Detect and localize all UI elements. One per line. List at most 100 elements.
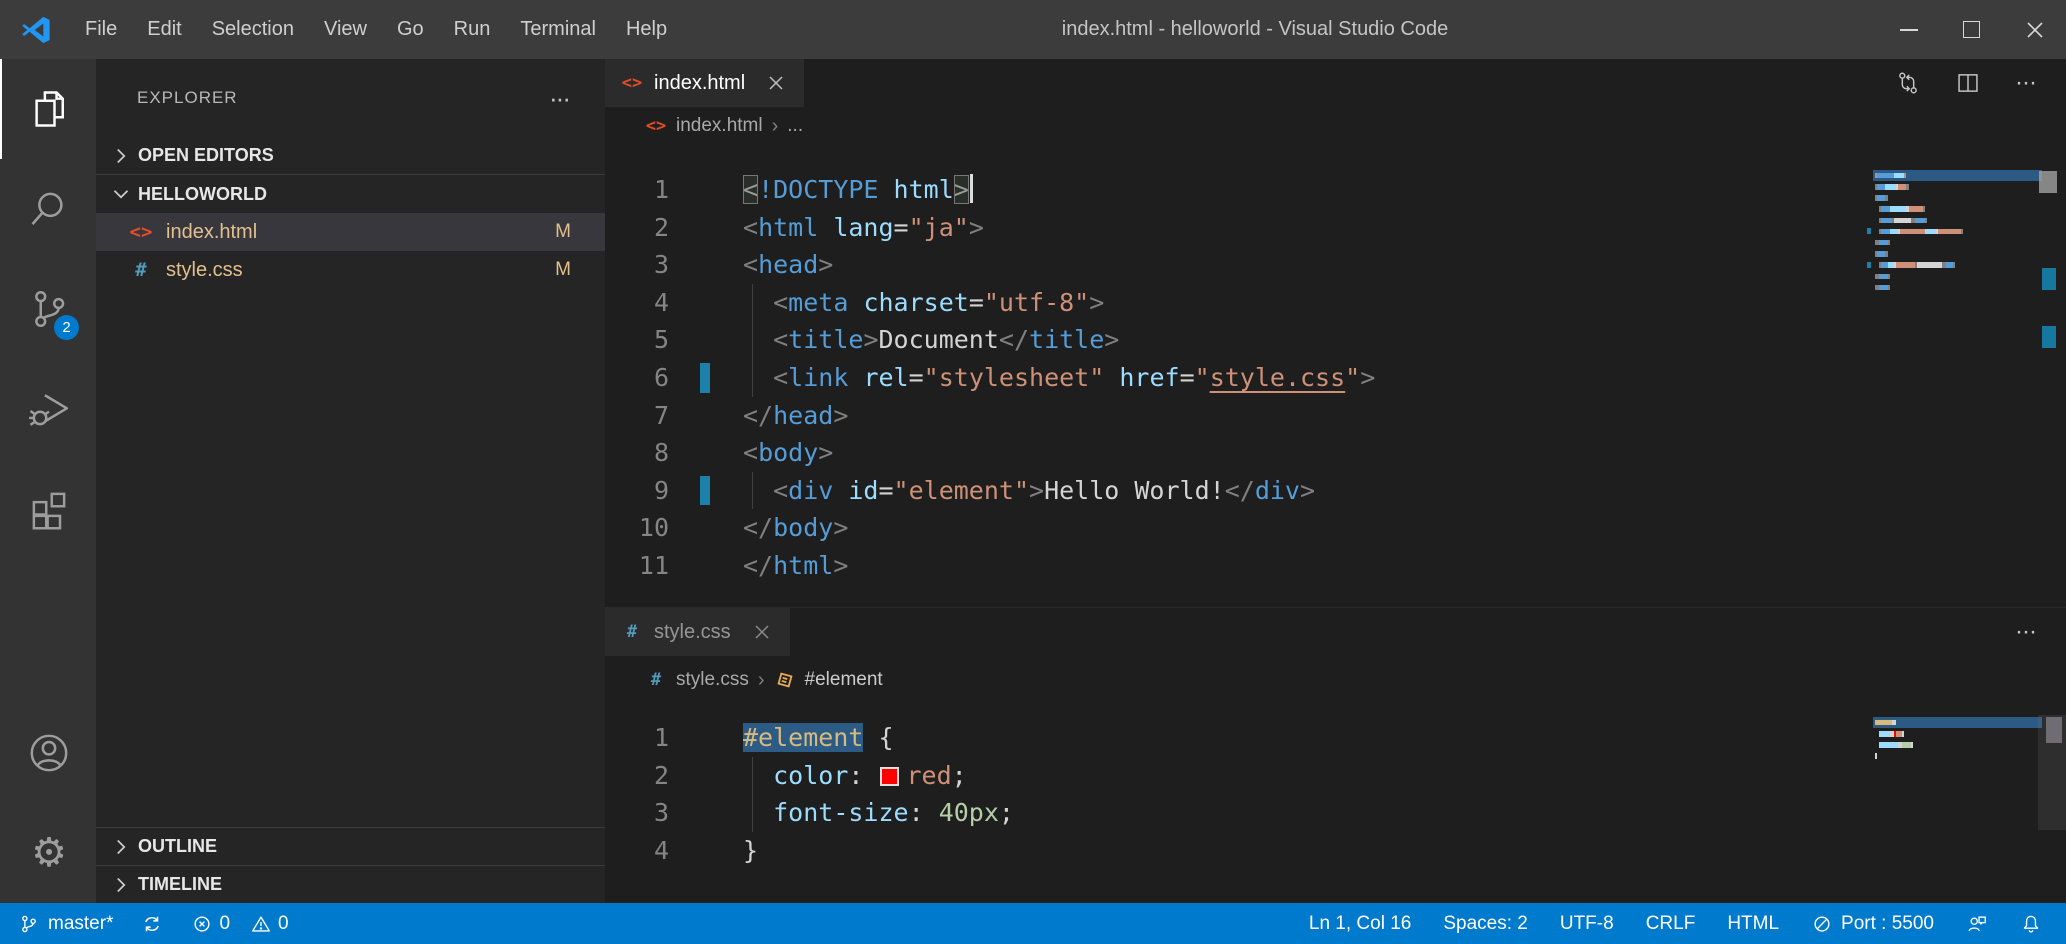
breadcrumb-file[interactable]: style.css <box>676 669 749 691</box>
section-folder-helloworld[interactable]: HELLOWORLD <box>96 175 605 213</box>
cursor-position-item[interactable]: Ln 1, Col 16 <box>1309 913 1411 935</box>
live-server-port-item[interactable]: Port : 5500 <box>1811 913 1934 935</box>
close-icon <box>2025 20 2045 40</box>
status-left: master* 0 0 <box>18 913 289 935</box>
section-open-editors[interactable]: OPEN EDITORS <box>96 137 605 175</box>
code-line[interactable]: 6 <link rel="stylesheet" href="style.css… <box>605 359 2066 397</box>
more-actions-icon[interactable]: ··· <box>2015 69 2036 97</box>
text-cursor <box>970 174 973 203</box>
indentation-item[interactable]: Spaces: 2 <box>1443 913 1528 935</box>
activity-extensions[interactable] <box>0 459 96 559</box>
css-file-icon: # <box>621 622 643 642</box>
activity-explorer[interactable] <box>0 59 96 159</box>
line-number: 11 <box>605 547 669 585</box>
line-number: 7 <box>605 397 669 435</box>
activity-settings[interactable]: ⚙ <box>0 803 96 903</box>
minimap-html[interactable] <box>1875 170 2040 293</box>
activity-source-control[interactable]: 2 <box>0 259 96 359</box>
close-button[interactable] <box>2003 0 2066 59</box>
eol-item[interactable]: CRLF <box>1646 913 1696 935</box>
breadcrumb-file[interactable]: index.html <box>676 115 763 137</box>
code-line[interactable]: 2<html lang="ja"> <box>605 209 2066 247</box>
tab-style-css[interactable]: # style.css <box>605 608 790 656</box>
overview-modified-mark <box>2042 326 2056 348</box>
section-timeline[interactable]: TIMELINE <box>96 865 605 903</box>
activity-account[interactable] <box>0 703 96 803</box>
code-line[interactable]: 3<head> <box>605 246 2066 284</box>
breadcrumb-rest[interactable]: ... <box>787 115 803 137</box>
encoding-item[interactable]: UTF-8 <box>1560 913 1614 935</box>
menu-run[interactable]: Run <box>439 0 506 59</box>
feedback-item[interactable] <box>1966 913 1988 935</box>
code-line[interactable]: 4} <box>605 832 2066 870</box>
scrollbar-thumb[interactable] <box>2046 717 2062 743</box>
file-name: index.html <box>166 221 257 244</box>
color-swatch <box>880 767 899 786</box>
sync-item[interactable] <box>141 913 163 935</box>
open-changes-icon[interactable] <box>1895 70 1921 96</box>
port-label: Port : 5500 <box>1841 913 1934 935</box>
code-line[interactable]: 3 font-size: 40px; <box>605 794 2066 832</box>
minimap-css[interactable] <box>1875 717 2040 762</box>
code-line[interactable]: 9 <div id="element">Hello World!</div> <box>605 472 2066 510</box>
more-actions-icon[interactable]: ··· <box>2015 618 2036 646</box>
sync-icon <box>141 913 163 935</box>
code-line[interactable]: 11</html> <box>605 547 2066 585</box>
menu-file[interactable]: File <box>70 0 132 59</box>
menu-go[interactable]: Go <box>382 0 439 59</box>
code-editor-html[interactable]: 1<!DOCTYPE html>2<html lang="ja">3<head>… <box>605 145 2066 585</box>
status-right: Ln 1, Col 16 Spaces: 2 UTF-8 CRLF HTML P… <box>1309 913 2042 935</box>
warnings-icon <box>250 913 272 935</box>
maximize-button[interactable] <box>1940 0 2003 59</box>
git-branch-item[interactable]: master* <box>18 913 113 935</box>
code-line[interactable]: 10</body> <box>605 509 2066 547</box>
minimize-button[interactable] <box>1877 0 1940 59</box>
tab-close-icon[interactable] <box>752 622 772 642</box>
git-modified-badge: M <box>555 221 571 243</box>
run-debug-icon <box>27 387 71 431</box>
css-rule-symbol-icon <box>774 669 796 691</box>
notifications-item[interactable] <box>2020 913 2042 935</box>
menu-selection[interactable]: Selection <box>197 0 309 59</box>
code-line[interactable]: 4 <meta charset="utf-8"> <box>605 284 2066 322</box>
breadcrumb-symbol[interactable]: #element <box>805 669 883 691</box>
bell-icon <box>2020 913 2042 935</box>
activity-search[interactable] <box>0 159 96 259</box>
tab-close-icon[interactable] <box>766 73 786 93</box>
split-editor-icon[interactable] <box>1955 70 1981 96</box>
tab-label: style.css <box>654 621 731 644</box>
activity-run-debug[interactable] <box>0 359 96 459</box>
line-number: 3 <box>605 794 669 832</box>
code-line[interactable]: 7</head> <box>605 397 2066 435</box>
breadcrumb-separator-icon: › <box>772 115 779 138</box>
code-line[interactable]: 1<!DOCTYPE html> <box>605 171 2066 209</box>
code-editor-css[interactable]: 1#element {2 color: red;3 font-size: 40p… <box>605 704 2066 869</box>
tab-index-html[interactable]: <> index.html <box>605 59 804 107</box>
menu-terminal[interactable]: Terminal <box>505 0 611 59</box>
file-row-index-html[interactable]: <> index.html M <box>96 213 605 251</box>
git-modified-badge: M <box>555 259 571 281</box>
menu-edit[interactable]: Edit <box>132 0 196 59</box>
account-icon <box>27 731 71 775</box>
code-line[interactable]: 5 <title>Document</title> <box>605 321 2066 359</box>
code-line[interactable]: 1#element { <box>605 719 2066 757</box>
files-icon <box>27 87 71 131</box>
language-mode-item[interactable]: HTML <box>1727 913 1779 935</box>
overview-cursor-mark <box>2039 171 2057 193</box>
menu-help[interactable]: Help <box>611 0 682 59</box>
line-number: 4 <box>605 284 669 322</box>
explorer-more-actions[interactable]: ··· <box>549 83 569 114</box>
section-outline[interactable]: OUTLINE <box>96 827 605 865</box>
problems-item[interactable]: 0 0 <box>191 913 288 935</box>
code-line[interactable]: 8<body> <box>605 434 2066 472</box>
editor-pane-css: # style.css ··· # style.css › #element 1… <box>605 607 2066 903</box>
menu-view[interactable]: View <box>309 0 382 59</box>
code-line[interactable]: 2 color: red; <box>605 757 2066 795</box>
branch-name: master* <box>48 913 113 935</box>
file-row-style-css[interactable]: # style.css M <box>96 251 605 289</box>
feedback-icon <box>1966 913 1988 935</box>
line-number: 2 <box>605 757 669 795</box>
minimize-icon <box>1900 29 1918 31</box>
search-icon <box>27 187 71 231</box>
section-label: OPEN EDITORS <box>138 145 274 166</box>
